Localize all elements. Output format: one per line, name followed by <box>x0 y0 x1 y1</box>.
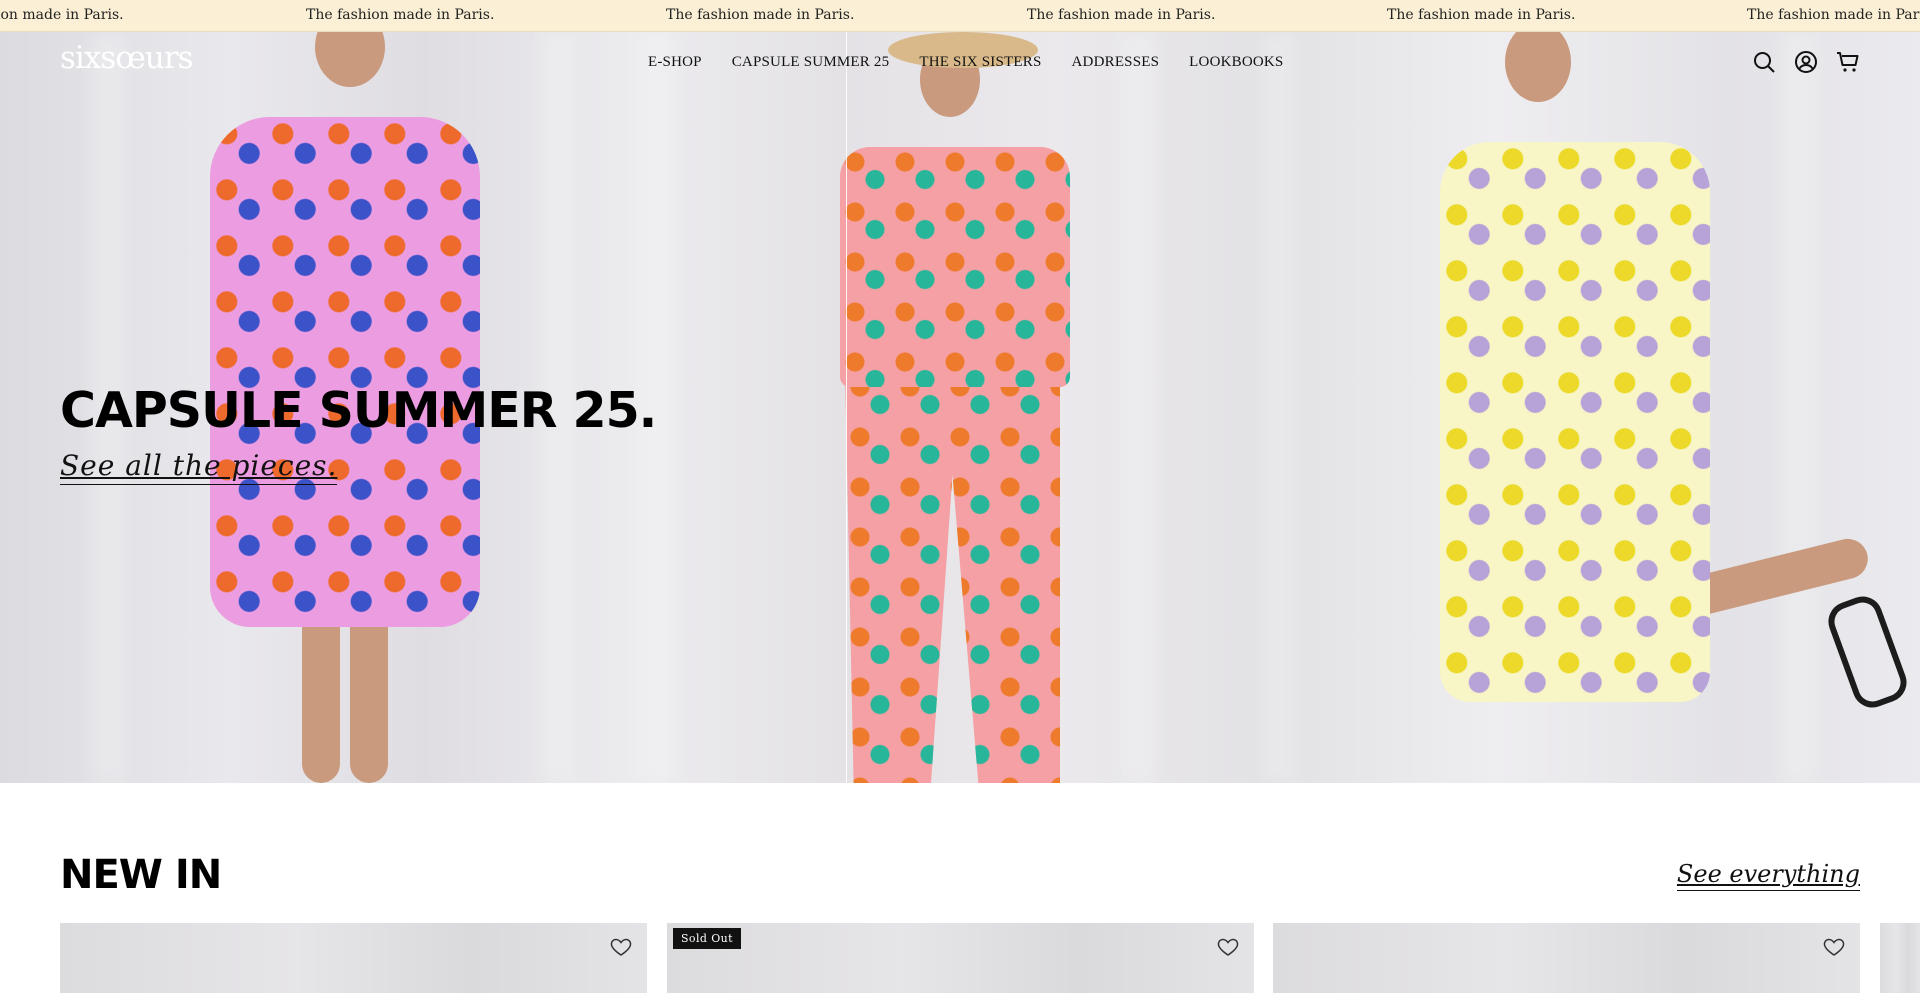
model-head <box>315 32 385 87</box>
announcement-message: The fashion made in Paris. <box>666 7 855 23</box>
wishlist-heart-icon[interactable] <box>1216 935 1240 959</box>
sandal <box>1822 590 1913 714</box>
site-logo[interactable]: sixsœurs <box>60 40 194 76</box>
nav-addresses[interactable]: ADDRESSES <box>1072 54 1160 71</box>
main-nav: E-SHOP CAPSULE SUMMER 25 THE SIX SISTERS… <box>648 54 1313 71</box>
product-card-partial[interactable] <box>1880 923 1920 993</box>
yellow-dress-image <box>1440 142 1710 702</box>
cart-icon[interactable] <box>1836 50 1860 74</box>
announcement-message: The fashion made in Paris. <box>1387 7 1576 23</box>
sold-out-badge: Sold Out <box>673 928 741 949</box>
product-card[interactable] <box>60 923 647 993</box>
wishlist-heart-icon[interactable] <box>609 935 633 959</box>
curtain-fold <box>1260 32 1296 783</box>
pink-top-image <box>840 147 1070 387</box>
product-card[interactable] <box>1273 923 1860 993</box>
announcement-message: ion made in Paris. <box>0 7 124 23</box>
curtain-fold <box>1120 32 1156 783</box>
section-title: NEW IN <box>60 852 222 898</box>
product-card[interactable]: Sold Out <box>667 923 1254 993</box>
announcement-message: The fashion made in Paris. <box>1027 7 1216 23</box>
search-icon[interactable] <box>1752 50 1776 74</box>
see-all-pieces-link[interactable]: See all the pieces. <box>60 449 338 485</box>
nav-capsule-summer[interactable]: CAPSULE SUMMER 25 <box>732 54 890 71</box>
account-icon[interactable] <box>1794 50 1818 74</box>
wishlist-heart-icon[interactable] <box>1822 935 1846 959</box>
pink-dress-image <box>210 117 480 627</box>
pink-trousers-image <box>845 372 1060 783</box>
announcement-message: The fashion made in Paris. <box>1747 7 1920 23</box>
see-everything-link[interactable]: See everything <box>1676 860 1860 891</box>
nav-eshop[interactable]: E-SHOP <box>648 54 702 71</box>
hero-title: CAPSULE SUMMER 25. <box>60 382 657 439</box>
announcement-bar: ion made in Paris. The fashion made in P… <box>0 0 1920 32</box>
nav-lookbooks[interactable]: LOOKBOOKS <box>1189 54 1283 71</box>
announcement-message: The fashion made in Paris. <box>306 7 495 23</box>
header-actions <box>1752 50 1860 74</box>
nav-six-sisters[interactable]: THE SIX SISTERS <box>919 54 1041 71</box>
model-head <box>1505 32 1571 102</box>
model-leg <box>302 607 340 783</box>
model-leg <box>350 607 388 783</box>
panel-divider <box>846 32 847 783</box>
curtain-fold <box>1780 32 1816 783</box>
